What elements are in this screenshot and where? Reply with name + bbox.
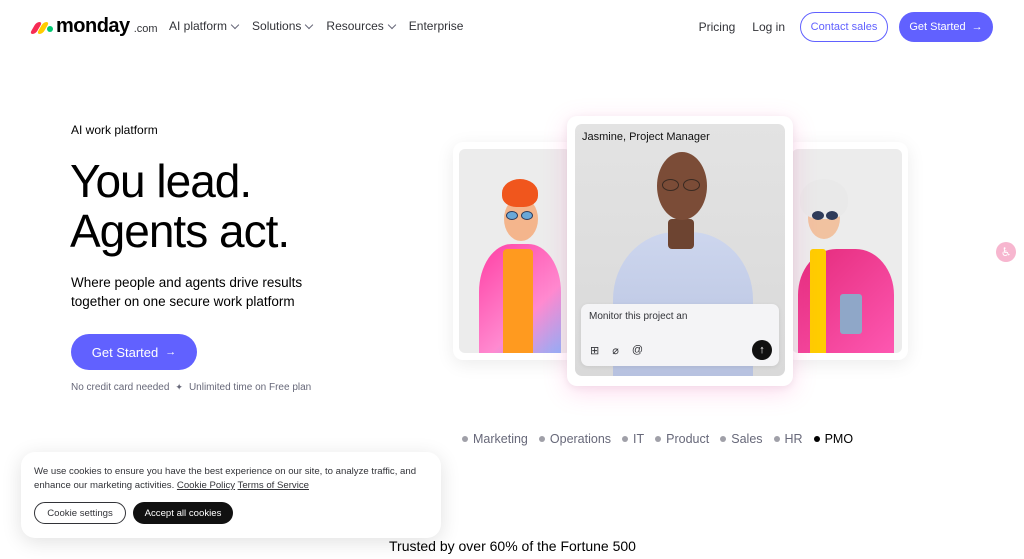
agent-card-right[interactable] [786,142,908,360]
contact-sales-button[interactable]: Contact sales [800,12,888,42]
headline-line-2: Agents act. [70,205,290,257]
mention-icon[interactable]: @ [632,344,643,357]
agent-prompt-box[interactable]: Monitor this project an ⊞ ⌀ @ ↑ [581,304,779,366]
attachment-icon[interactable]: ⌀ [612,344,619,357]
agent-illustration-left [459,149,571,353]
logo-wordmark: monday [56,15,130,37]
tab-product[interactable]: Product [655,432,709,446]
tablet-illustration [840,294,862,334]
terms-of-service-link[interactable]: Terms of Service [238,480,309,491]
cookie-settings-button[interactable]: Cookie settings [34,502,126,524]
nav-item-enterprise[interactable]: Enterprise [409,19,464,33]
cookie-message: We use cookies to ensure you have the be… [34,465,434,493]
tab-operations[interactable]: Operations [538,432,612,446]
nav-item-label: Resources [326,19,384,33]
login-link[interactable]: Log in [752,20,785,34]
tab-pmo[interactable]: PMO [813,432,854,446]
chevron-down-icon [305,20,314,29]
nav-get-started-button[interactable]: Get Started → [899,12,993,42]
prompt-toolbar: ⊞ ⌀ @ [590,344,643,357]
agent-card-center[interactable]: Jasmine, Project Manager Monitor this pr… [567,116,793,386]
accessibility-icon[interactable]: ♿ [996,242,1016,262]
tab-label: HR [784,432,803,446]
tab-label: Product [666,432,710,446]
nav-links: AI platform Solutions Resources Enterpri… [169,19,463,33]
tab-it[interactable]: IT [622,432,644,446]
nav-item-label: Solutions [252,19,302,33]
tab-hr[interactable]: HR [773,432,803,446]
tab-dot-icon [538,436,545,442]
hero-subheading: Where people and agents drive results to… [71,275,303,309]
trusted-by-heading: Trusted by over 60% of the Fortune 500 [389,538,636,554]
hero-fineprint: No credit card needed ✦ Unlimited time o… [71,382,311,393]
fineprint-no-card: No credit card needed [71,382,170,393]
cookie-banner: We use cookies to ensure you have the be… [21,452,441,538]
tab-label: Operations [549,432,612,446]
hero-headline: You lead. Agents act. [70,155,290,257]
arrow-right-icon: → [971,21,983,33]
tab-label: IT [633,432,645,446]
nav-item-label: AI platform [169,19,228,33]
arrow-right-icon: → [165,346,177,358]
fineprint-unlimited: Unlimited time on Free plan [188,382,312,393]
tab-label: PMO [824,432,854,446]
top-navigation: monday .com AI platform Solutions Resour… [0,0,1024,54]
send-button[interactable]: ↑ [752,340,772,360]
hero-eyebrow: AI work platform [71,123,158,137]
cookie-policy-link[interactable]: Cookie Policy [177,480,235,491]
person-name-label: Jasmine, Project Manager [582,131,710,143]
tab-dot-icon [655,436,662,442]
monday-logo[interactable]: monday .com [29,15,158,38]
prompt-input-text[interactable]: Monitor this project an [589,311,687,322]
logo-suffix: .com [133,23,158,35]
agent-card-left[interactable] [453,142,577,360]
accept-all-cookies-button[interactable]: Accept all cookies [133,502,233,524]
button-label: Get Started [91,344,159,360]
tab-label: Marketing [473,432,528,446]
tab-dot-icon [720,436,727,442]
sparkle-icon: ✦ [175,382,183,392]
apps-icon[interactable]: ⊞ [590,344,599,357]
chevron-down-icon [230,20,240,29]
chevron-down-icon [387,20,397,29]
agent-illustration-right [792,149,902,353]
tab-marketing[interactable]: Marketing [462,432,528,446]
tab-sales[interactable]: Sales [720,432,763,446]
headline-line-1: You lead. [70,155,252,207]
hero-get-started-button[interactable]: Get Started → [71,334,197,370]
nav-item-resources[interactable]: Resources [326,19,397,33]
nav-item-solutions[interactable]: Solutions [252,19,314,33]
logo-mark-icon [29,20,53,34]
pricing-link[interactable]: Pricing [699,20,736,34]
tab-dot-icon [773,436,780,442]
tab-label: Sales [731,432,763,446]
tab-dot-icon [813,436,820,442]
nav-item-label: Enterprise [408,19,464,33]
tab-dot-icon [462,436,468,442]
tab-dot-icon [622,436,629,442]
nav-actions: Pricing Log in Contact sales Get Started… [699,12,993,42]
department-tabs: Marketing Operations IT Product Sales HR… [462,432,853,446]
nav-item-ai-platform[interactable]: AI platform [169,19,240,33]
button-label: Get Started [909,21,966,33]
